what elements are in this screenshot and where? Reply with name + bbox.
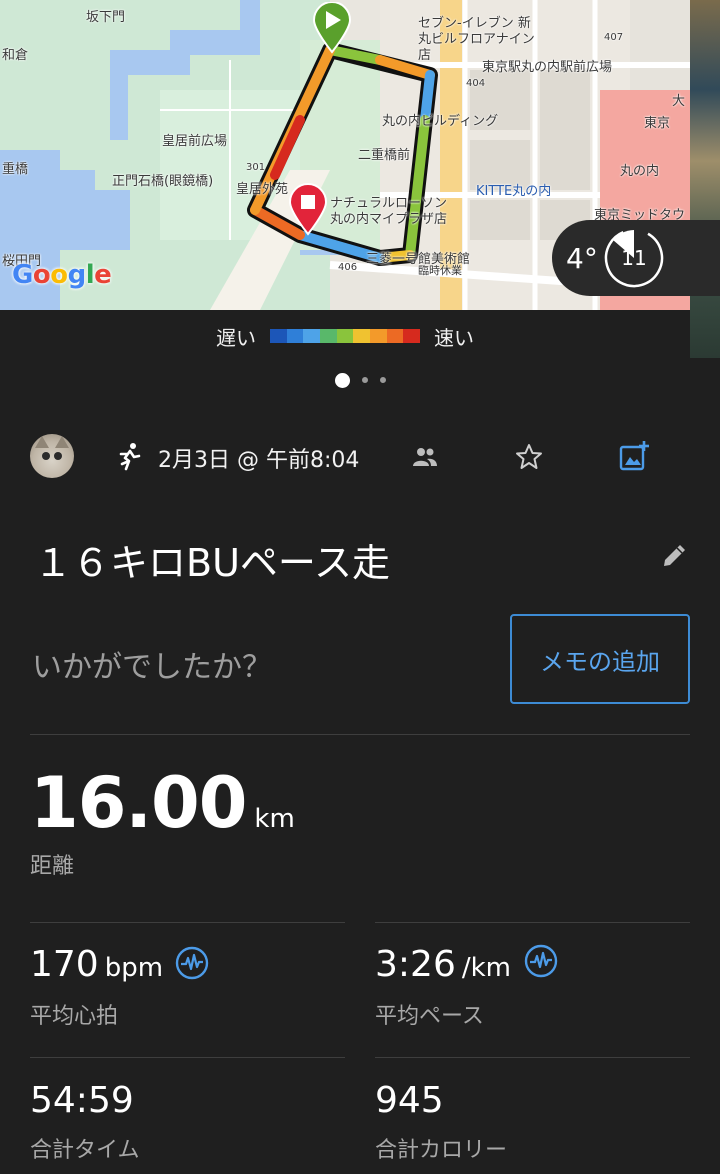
map-label: 和倉: [2, 48, 29, 63]
distance-value: 16.00: [30, 762, 247, 844]
people-icon[interactable]: [412, 446, 438, 468]
map-label: 大: [672, 94, 686, 109]
pace-color-scale: [270, 329, 421, 343]
avatar[interactable]: [30, 434, 74, 478]
avg-pace-value: 3:26: [375, 944, 456, 985]
avg-pace-unit: /km: [461, 953, 511, 983]
legend-slow-label: 遅い: [216, 325, 256, 350]
activity-title: １６キロBUペース走: [34, 541, 390, 585]
activity-date: 2月3日 @ 午前8:04: [158, 448, 360, 473]
temperature-value: 4°: [566, 241, 598, 275]
divider: [375, 1057, 690, 1058]
total-time-value: 54:59: [30, 1080, 134, 1121]
pace-color-swatch: [353, 329, 371, 343]
page-dot[interactable]: [334, 372, 350, 388]
star-icon[interactable]: [514, 442, 544, 472]
finish-marker-icon[interactable]: [286, 182, 330, 236]
how-was-it-prompt[interactable]: いかがでしたか？: [32, 642, 272, 686]
divider: [375, 922, 690, 923]
activity-detail-screen: 坂下門 和倉 皇居前広場 正門石橋(眼鏡橋) 重橋 皇居外苑 二重橋前 セブン-…: [0, 0, 720, 1174]
map-label: 坂下門: [86, 10, 126, 25]
page-indicator: [0, 372, 720, 388]
map-label: 皇居前広場: [162, 134, 228, 149]
map-label: KITTE丸の内: [476, 184, 552, 199]
route-number-label: 301: [246, 162, 266, 173]
pace-legend: 遅い 速い: [0, 318, 690, 354]
divider: [30, 734, 690, 735]
divider: [30, 1057, 345, 1058]
pace-color-swatch: [320, 329, 337, 343]
map-label: 臨時休業: [418, 264, 462, 277]
map-label: ナチュラルローソン 丸の内マイプラザ店: [330, 196, 448, 227]
add-photo-icon[interactable]: [618, 440, 650, 472]
page-dot[interactable]: [361, 377, 368, 383]
avg-pace-label: 平均ペース: [375, 1004, 484, 1029]
map-label: 丸の内: [620, 164, 660, 179]
map-label: 皇居外苑: [236, 182, 289, 197]
pace-color-swatch: [403, 329, 421, 343]
pace-color-swatch: [336, 329, 354, 343]
pace-color-swatch: [270, 329, 287, 343]
distance-label: 距離: [30, 854, 75, 879]
pace-color-swatch: [286, 329, 304, 343]
pace-color-swatch: [303, 329, 321, 343]
avg-heart-rate-label: 平均心拍: [30, 1004, 119, 1029]
avg-pace-stat[interactable]: 3:26/km: [375, 944, 511, 985]
distance-unit: km: [254, 804, 295, 834]
route-number-label: 406: [338, 262, 358, 273]
calories-label: 合計カロリー: [375, 1138, 508, 1163]
total-time-label: 合計タイム: [30, 1138, 140, 1163]
calories-value: 945: [375, 1080, 444, 1121]
route-number-label: 404: [466, 78, 486, 89]
route-number-label: 407: [604, 32, 624, 43]
page-dot[interactable]: [379, 377, 386, 383]
distance-stat[interactable]: 16.00 km: [30, 762, 295, 844]
pace-color-swatch: [386, 329, 404, 343]
activity-header: 2月3日 @ 午前8:04: [30, 434, 690, 482]
google-logo: Google: [12, 260, 112, 290]
map-label: 丸の内ビルディング: [382, 114, 499, 129]
map-label: 二重橋前: [358, 148, 411, 163]
map-label: 東京: [644, 116, 671, 131]
running-icon: [119, 443, 141, 471]
pace-chart-icon[interactable]: [524, 944, 558, 978]
legend-fast-label: 速い: [434, 325, 474, 350]
pace-color-swatch: [370, 329, 387, 343]
start-marker-icon[interactable]: [310, 2, 354, 54]
calories-stat[interactable]: 945: [375, 1080, 444, 1121]
total-time-stat[interactable]: 54:59: [30, 1080, 134, 1121]
map-label: 東京駅丸の内駅前広場: [482, 60, 613, 75]
next-photo-preview[interactable]: [690, 0, 720, 358]
wind-dial-icon: 11: [602, 226, 666, 290]
map-label: 重橋: [2, 162, 29, 177]
avg-heart-rate-unit: bpm: [104, 953, 164, 983]
edit-pencil-icon[interactable]: [660, 540, 690, 570]
avg-heart-rate-stat[interactable]: 170 bpm: [30, 944, 163, 985]
wind-speed-value: 11: [621, 246, 647, 270]
add-memo-button[interactable]: メモの追加: [510, 614, 690, 704]
divider: [30, 922, 345, 923]
avg-heart-rate-value: 170: [30, 944, 99, 985]
heart-rate-chart-icon[interactable]: [175, 946, 209, 980]
map-label: 正門石橋(眼鏡橋): [112, 174, 214, 189]
